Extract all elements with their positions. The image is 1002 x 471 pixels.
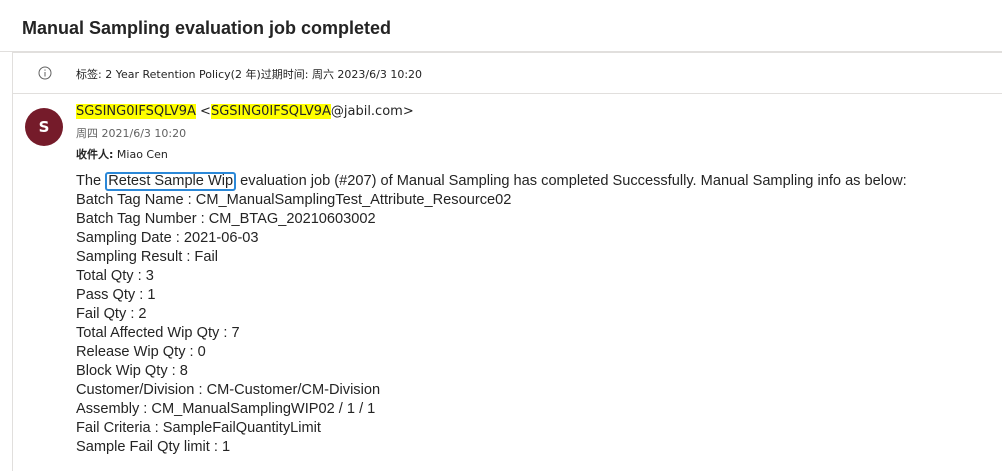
body-intro-line: The Retest Sample Wip evaluation job (#2… xyxy=(76,172,907,191)
email-body: The Retest Sample Wip evaluation job (#2… xyxy=(76,172,907,457)
body-line: Sampling Result : Fail xyxy=(76,249,218,265)
recipient-name[interactable]: Miao Cen xyxy=(117,148,168,161)
body-line: Fail Qty : 2 xyxy=(76,306,147,322)
email-message: 标签: 2 Year Retention Policy(2 年)过期时间: 周六… xyxy=(12,52,1002,471)
retention-policy-bar: 标签: 2 Year Retention Policy(2 年)过期时间: 周六… xyxy=(13,53,1002,94)
highlighted-phrase: Retest Sample Wip xyxy=(105,172,237,191)
body-line: Sample Fail Qty limit : 1 xyxy=(76,439,231,455)
avatar-initial: S xyxy=(38,118,50,136)
subject-header: Manual Sampling evaluation job completed xyxy=(0,0,1002,52)
info-icon xyxy=(38,66,52,80)
recipients-label: 收件人: xyxy=(76,148,114,161)
body-line: Fail Criteria : SampleFailQuantityLimit xyxy=(76,420,321,436)
email-reading-pane: Manual Sampling evaluation job completed… xyxy=(0,0,1002,471)
body-line: Release Wip Qty : 0 xyxy=(76,344,206,360)
sender-email-domain[interactable]: @jabil.com> xyxy=(331,104,414,119)
body-intro-suffix: evaluation job (#207) of Manual Sampling… xyxy=(236,173,907,189)
avatar[interactable]: S xyxy=(25,108,63,146)
body-line: Pass Qty : 1 xyxy=(76,287,156,303)
email-subject: Manual Sampling evaluation job completed xyxy=(22,18,392,38)
sender-email-open: < xyxy=(195,104,211,119)
body-line: Total Qty : 3 xyxy=(76,268,154,284)
body-line: Batch Tag Name : CM_ManualSamplingTest_A… xyxy=(76,192,512,208)
body-line: Total Affected Wip Qty : 7 xyxy=(76,325,240,341)
body-detail-lines: Batch Tag Name : CM_ManualSamplingTest_A… xyxy=(76,191,907,457)
body-intro-prefix: The xyxy=(76,173,106,189)
sender-email-user[interactable]: SGSING0IFSQLV9A xyxy=(210,104,331,119)
body-line: Batch Tag Number : CM_BTAG_20210603002 xyxy=(76,211,376,227)
sender-name[interactable]: SGSING0IFSQLV9A xyxy=(76,104,196,119)
body-line: Block Wip Qty : 8 xyxy=(76,363,188,379)
body-line: Customer/Division : CM-Customer/CM-Divis… xyxy=(76,382,381,398)
body-line: Assembly : CM_ManualSamplingWIP02 / 1 / … xyxy=(76,401,376,417)
sent-date: 周四 2021/6/3 10:20 xyxy=(76,127,187,140)
retention-policy-text: 标签: 2 Year Retention Policy(2 年)过期时间: 周六… xyxy=(76,68,423,81)
sender-line[interactable]: SGSING0IFSQLV9A <SGSING0IFSQLV9A@jabil.c… xyxy=(76,104,414,119)
body-line: Sampling Date : 2021-06-03 xyxy=(76,230,259,246)
recipients-line: 收件人: Miao Cen xyxy=(76,146,168,162)
